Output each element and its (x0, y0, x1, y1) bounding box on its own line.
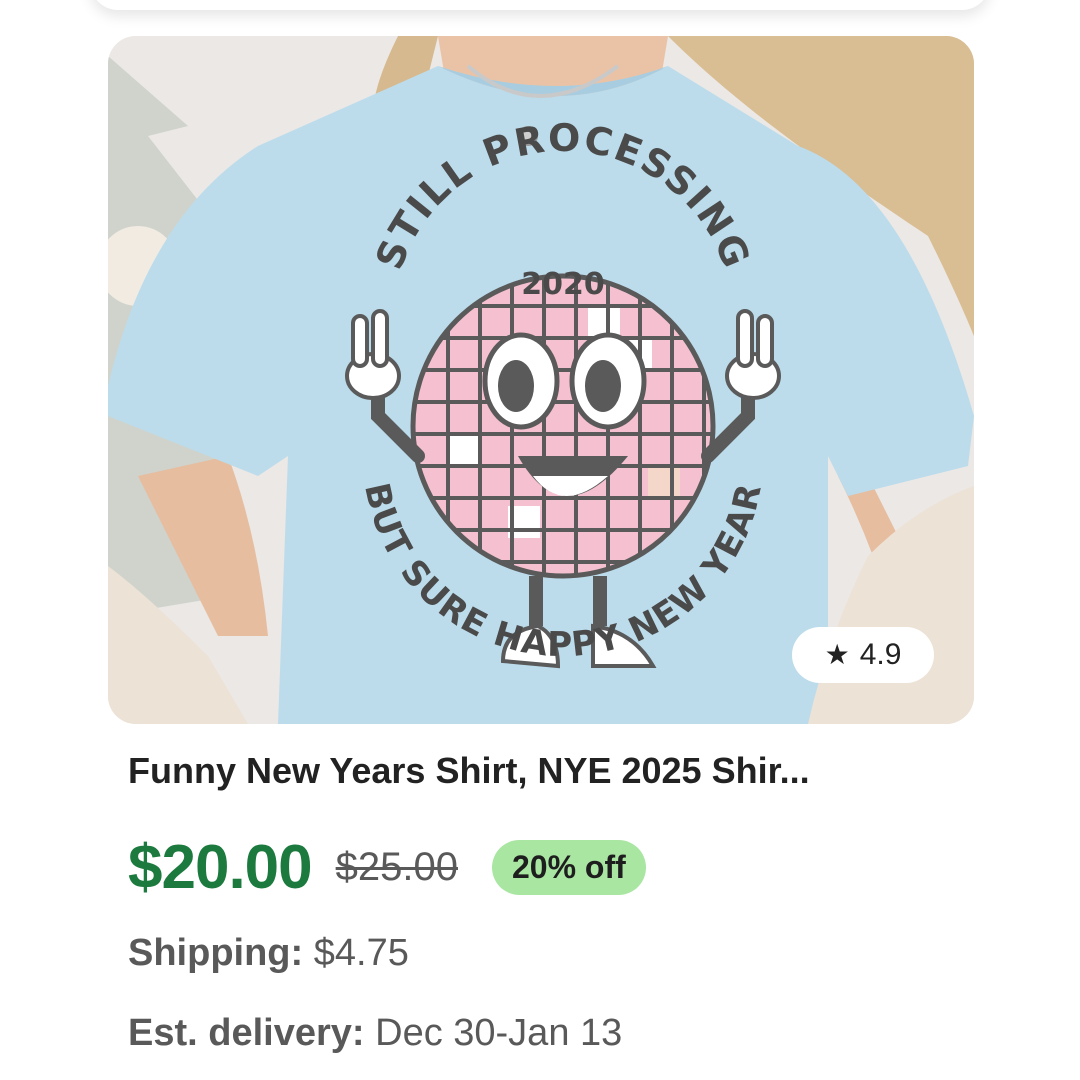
sale-price: $20.00 (128, 832, 313, 902)
shipping-value: $4.75 (313, 932, 409, 974)
price-row: $20.00 $25.00 20% off (128, 830, 646, 904)
discount-badge: 20% off (491, 839, 646, 895)
star-icon: ★ (824, 639, 850, 670)
shirt-year-text: 2020 (521, 267, 605, 302)
shipping-label: Shipping: (128, 932, 304, 974)
listing-title[interactable]: Funny New Years Shirt, NYE 2025 Shir... (128, 750, 988, 792)
product-image[interactable]: STILL PROCESSING 2020 BUT SURE HAPPY NEW… (108, 36, 974, 724)
product-photo: STILL PROCESSING 2020 BUT SURE HAPPY NEW… (108, 36, 974, 724)
delivery-value: Dec 30-Jan 13 (375, 1012, 623, 1054)
shipping-info: Shipping: $4.75 (128, 932, 409, 975)
delivery-info: Est. delivery: Dec 30-Jan 13 (128, 1012, 622, 1055)
delivery-label: Est. delivery: (128, 1012, 365, 1054)
rating-badge: ★ 4.9 (792, 627, 934, 683)
original-price: $25.00 (335, 844, 458, 889)
previous-card-edge (90, 0, 990, 10)
rating-value: 4.9 (859, 638, 902, 671)
